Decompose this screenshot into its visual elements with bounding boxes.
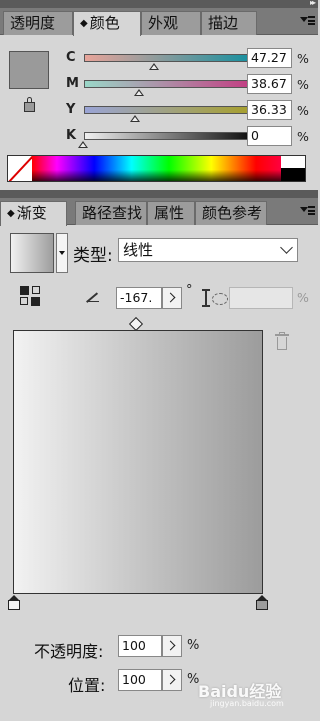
tab-stroke[interactable]: 描边 [201,11,257,35]
tab-pathfinder[interactable]: 路径查找 [75,201,147,225]
tab-label: 路径查找 [82,204,143,222]
tab-label: 透明度 [10,14,56,32]
channel-value-m[interactable]: 38.67 [247,74,292,94]
slider-knob[interactable] [149,63,159,70]
tab-color[interactable]: ◆ 颜色 [73,11,141,36]
panel-divider [0,190,318,198]
channel-row-c: C 47.27 % [0,48,318,72]
gradient-stop-start[interactable] [8,595,20,611]
reverse-gradient-icon[interactable] [20,286,42,306]
color-spectrum-bar[interactable] [7,155,306,182]
opacity-row: 不透明度: 100 % [0,635,318,661]
channel-row-y: Y 36.33 % [0,100,318,124]
aspect-unit: % [297,290,309,305]
slider-knob[interactable] [130,115,140,122]
gradient-preview-swatch[interactable] [10,233,54,273]
tab-label: 属性 [154,204,185,222]
channel-slider-c[interactable] [84,54,262,62]
gradient-type-value: 线性 [123,241,154,259]
location-dropdown-button[interactable] [162,669,182,691]
tab-appearance[interactable]: 外观 [141,11,201,35]
channel-label: C [66,50,76,65]
none-color-swatch[interactable] [8,156,32,181]
channel-slider-y[interactable] [84,106,262,114]
unit-label: % [297,103,309,118]
tab-label: 描边 [208,14,239,32]
angle-input[interactable]: -167. [116,287,162,309]
color-panel-tabbar: 透明度 ◆ 颜色 外观 描边 [0,8,318,36]
panel-menu-icon[interactable] [300,14,315,28]
opacity-unit: % [187,638,200,653]
channel-slider-m[interactable] [84,80,262,88]
channel-value-k[interactable]: 0 [247,126,292,146]
tab-attributes[interactable]: 属性 [147,201,195,225]
channel-value-y[interactable]: 36.33 [247,100,292,120]
opacity-input[interactable]: 100 [118,635,162,657]
spectrum-ramp[interactable] [32,156,281,181]
channel-row-m: M 38.67 % [0,74,318,98]
chevron-right-icon [165,674,176,685]
unit-label: % [297,129,309,144]
panel-top-strip: ▸▸ [0,0,318,8]
delete-stop-icon[interactable] [274,332,290,352]
opacity-label: 不透明度: [34,642,104,661]
white-swatch[interactable] [295,156,305,168]
expand-icon: ◆ [7,208,15,219]
tab-transparency[interactable]: 透明度 [3,11,73,35]
channel-label: Y [66,102,76,117]
gradient-stop-end[interactable] [256,595,268,611]
slider-knob[interactable] [78,141,88,148]
gradient-type-select[interactable]: 线性 [118,238,298,262]
tab-label: 颜色 [89,14,120,32]
unit-label: % [297,51,309,66]
channel-label: K [66,128,77,143]
expand-icon: ◆ [80,18,88,29]
collapse-panels-icon[interactable]: ▸▸ [310,0,316,7]
gradient-swatch-dropdown[interactable] [56,233,68,273]
chevron-down-icon [280,241,293,254]
angle-dropdown-button[interactable] [162,287,182,309]
angle-icon [87,292,99,302]
gradient-slider[interactable] [13,330,263,594]
channel-slider-k[interactable] [84,132,262,140]
gradient-midpoint-handle[interactable] [128,316,144,332]
aspect-ratio-icon [200,287,230,309]
slider-knob[interactable] [134,89,144,96]
panel-menu-icon[interactable] [300,204,315,218]
location-label: 位置: [68,676,106,695]
tab-color-guide[interactable]: 颜色参考 [195,201,267,225]
opacity-dropdown-button[interactable] [162,635,182,657]
tab-label: 外观 [148,14,179,32]
channel-row-k: K 0 % [0,126,318,150]
white-swatch[interactable] [281,156,295,168]
aspect-ratio-input [229,287,293,309]
black-swatch[interactable] [281,168,305,181]
tab-label: 颜色参考 [202,204,263,222]
unit-label: % [297,77,309,92]
chevron-right-icon [165,640,176,651]
location-input[interactable]: 100 [118,669,162,691]
channel-value-c[interactable]: 47.27 [247,48,292,68]
gradient-panel-tabbar: ◆ 渐变 路径查找 属性 颜色参考 [0,198,318,226]
channel-label: M [66,76,79,91]
chevron-right-icon [165,292,176,303]
watermark-url: jingyan.baidu.com [210,699,284,708]
type-label: 类型: [73,246,113,266]
tab-label: 渐变 [16,204,47,222]
tab-gradient[interactable]: ◆ 渐变 [0,201,67,226]
degree-symbol: ° [186,283,193,298]
